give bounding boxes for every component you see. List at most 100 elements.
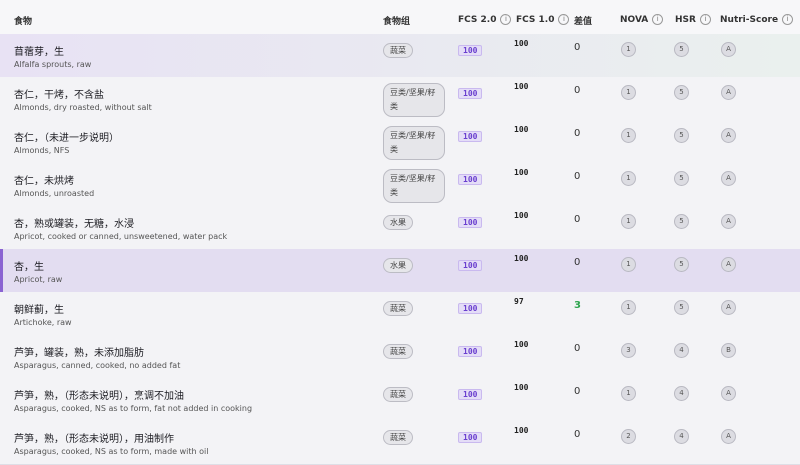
score-diff: 0 xyxy=(574,386,581,397)
nutri-score-badge: A xyxy=(721,171,736,186)
food-name-en: Almonds, dry roasted, without salt xyxy=(14,103,152,112)
food-group-tag: 水果 xyxy=(383,215,413,230)
header-food[interactable]: 食物 xyxy=(14,14,32,27)
score-diff: 0 xyxy=(574,214,581,225)
hsr-badge: 4 xyxy=(674,343,689,358)
header-nova[interactable]: NOVA i xyxy=(620,14,664,25)
fcs2-score: 100 xyxy=(458,346,483,357)
table-row[interactable]: 杏仁，（未进一步说明） Almonds, NFS 豆类/坚果/籽类 100 10… xyxy=(0,120,800,164)
fcs2-score: 100 xyxy=(458,88,483,99)
food-name-zh: 芦笋，罐装，熟，未添加脂肪 xyxy=(14,348,144,359)
hsr-badge: 5 xyxy=(674,300,689,315)
header-group[interactable]: 食物组 xyxy=(383,14,410,27)
table-row[interactable]: 芦笋，罐装，熟，未添加脂肪 Asparagus, canned, cooked,… xyxy=(0,335,800,379)
food-name-en: Almonds, NFS xyxy=(14,146,70,155)
nova-badge: 3 xyxy=(621,343,636,358)
fcs1-score: 100 xyxy=(514,82,529,91)
header-nutri[interactable]: Nutri-Score i xyxy=(720,14,794,25)
nova-badge: 1 xyxy=(621,171,636,186)
fcs1-score: 100 xyxy=(514,125,529,134)
table-row-selected[interactable]: 杏，生 Apricot, raw 水果 100 100 0 1 5 A xyxy=(0,249,800,293)
hsr-badge: 5 xyxy=(674,42,689,57)
food-name-en: Apricot, cooked or canned, unsweetened, … xyxy=(14,232,228,241)
fcs1-score: 100 xyxy=(514,168,529,177)
table-row[interactable]: 朝鲜蓟，生 Artichoke, raw 蔬菜 100 97 3 1 5 A xyxy=(0,292,800,336)
fcs1-score: 100 xyxy=(514,254,529,263)
food-table: 食物 食物组 FCS 2.0 i FCS 1.0 i 差值 NOVA i HSR i N… xyxy=(0,0,800,465)
score-diff: 0 xyxy=(574,429,581,440)
food-group-tag: 蔬菜 xyxy=(383,387,413,402)
hsr-badge: 5 xyxy=(674,171,689,186)
nutri-score-badge: A xyxy=(721,85,736,100)
food-name-zh: 杏，熟或罐装，无糖，水浸 xyxy=(14,219,134,230)
food-group-tag: 豆类/坚果/籽类 xyxy=(383,126,445,160)
food-name-en: Alfalfa sprouts, raw xyxy=(14,60,92,69)
nutri-score-badge: A xyxy=(721,128,736,143)
info-icon[interactable]: i xyxy=(558,14,570,25)
score-diff: 0 xyxy=(574,42,581,53)
score-diff: 0 xyxy=(574,128,581,139)
food-name-zh: 苜蓿芽，生 xyxy=(14,47,64,58)
table-row[interactable]: 杏仁，干烤，不含盐 Almonds, dry roasted, without … xyxy=(0,77,800,121)
nova-badge: 1 xyxy=(621,386,636,401)
score-diff: 3 xyxy=(574,300,581,311)
nova-badge: 1 xyxy=(621,85,636,100)
nutri-score-badge: A xyxy=(721,429,736,444)
info-icon[interactable]: i xyxy=(500,14,512,25)
nutri-score-badge: A xyxy=(721,257,736,272)
nova-badge: 1 xyxy=(621,128,636,143)
food-group-tag: 蔬菜 xyxy=(383,301,413,316)
fcs1-score: 100 xyxy=(514,211,529,220)
table-row[interactable]: 芦笋，熟，（形态未说明），烹调不加油 Asparagus, cooked, NS… xyxy=(0,378,800,422)
header-diff[interactable]: 差值 xyxy=(574,14,592,27)
nova-badge: 2 xyxy=(621,429,636,444)
header-hsr[interactable]: HSR i xyxy=(675,14,711,25)
nutri-score-badge: A xyxy=(721,214,736,229)
food-name-en: Asparagus, canned, cooked, no added fat xyxy=(14,361,181,370)
food-name-zh: 杏，生 xyxy=(14,262,44,273)
food-name-zh: 杏仁，干烤，不含盐 xyxy=(14,90,104,101)
header-nutri-label: Nutri-Score xyxy=(720,15,779,25)
nova-badge: 1 xyxy=(621,42,636,57)
fcs1-score: 100 xyxy=(514,426,529,435)
food-name-zh: 杏仁，未烘烤 xyxy=(14,176,74,187)
nova-badge: 1 xyxy=(621,214,636,229)
fcs2-score: 100 xyxy=(458,174,483,185)
fcs2-score: 100 xyxy=(458,45,483,56)
food-group-tag: 蔬菜 xyxy=(383,430,413,445)
fcs2-score: 100 xyxy=(458,389,483,400)
header-fcs1[interactable]: FCS 1.0 i xyxy=(516,14,570,25)
hsr-badge: 4 xyxy=(674,386,689,401)
table-row[interactable]: 杏仁，未烘烤 Almonds, unroasted 豆类/坚果/籽类 100 1… xyxy=(0,163,800,207)
fcs1-score: 100 xyxy=(514,39,529,48)
nutri-score-badge: A xyxy=(721,386,736,401)
fcs1-score: 100 xyxy=(514,340,529,349)
food-name-en: Asparagus, cooked, NS as to form, made w… xyxy=(14,447,209,456)
info-icon[interactable]: i xyxy=(782,14,794,25)
score-diff: 0 xyxy=(574,343,581,354)
food-group-tag: 水果 xyxy=(383,258,413,273)
hsr-badge: 5 xyxy=(674,214,689,229)
food-group-tag: 蔬菜 xyxy=(383,344,413,359)
hsr-badge: 5 xyxy=(674,128,689,143)
header-nova-label: NOVA xyxy=(620,15,649,25)
table-row[interactable]: 芦笋，熟，（形态未说明），用油制作 Asparagus, cooked, NS … xyxy=(0,421,800,465)
table-row[interactable]: 杏，熟或罐装，无糖，水浸 Apricot, cooked or canned, … xyxy=(0,206,800,250)
fcs2-score: 100 xyxy=(458,432,483,443)
food-group-tag: 豆类/坚果/籽类 xyxy=(383,83,445,117)
nova-badge: 1 xyxy=(621,257,636,272)
hsr-badge: 5 xyxy=(674,85,689,100)
table-row[interactable]: 苜蓿芽，生 Alfalfa sprouts, raw 蔬菜 100 100 0 … xyxy=(0,34,800,78)
score-diff: 0 xyxy=(574,85,581,96)
score-diff: 0 xyxy=(574,171,581,182)
info-icon[interactable]: i xyxy=(652,14,664,25)
fcs1-score: 97 xyxy=(514,297,524,306)
fcs2-score: 100 xyxy=(458,260,483,271)
info-icon[interactable]: i xyxy=(699,14,711,25)
header-fcs2[interactable]: FCS 2.0 i xyxy=(458,14,512,25)
food-name-zh: 芦笋，熟，（形态未说明），用油制作 xyxy=(14,434,174,445)
header-fcs1-label: FCS 1.0 xyxy=(516,15,555,25)
header-fcs2-label: FCS 2.0 xyxy=(458,15,497,25)
nutri-score-badge: A xyxy=(721,300,736,315)
score-diff: 0 xyxy=(574,257,581,268)
